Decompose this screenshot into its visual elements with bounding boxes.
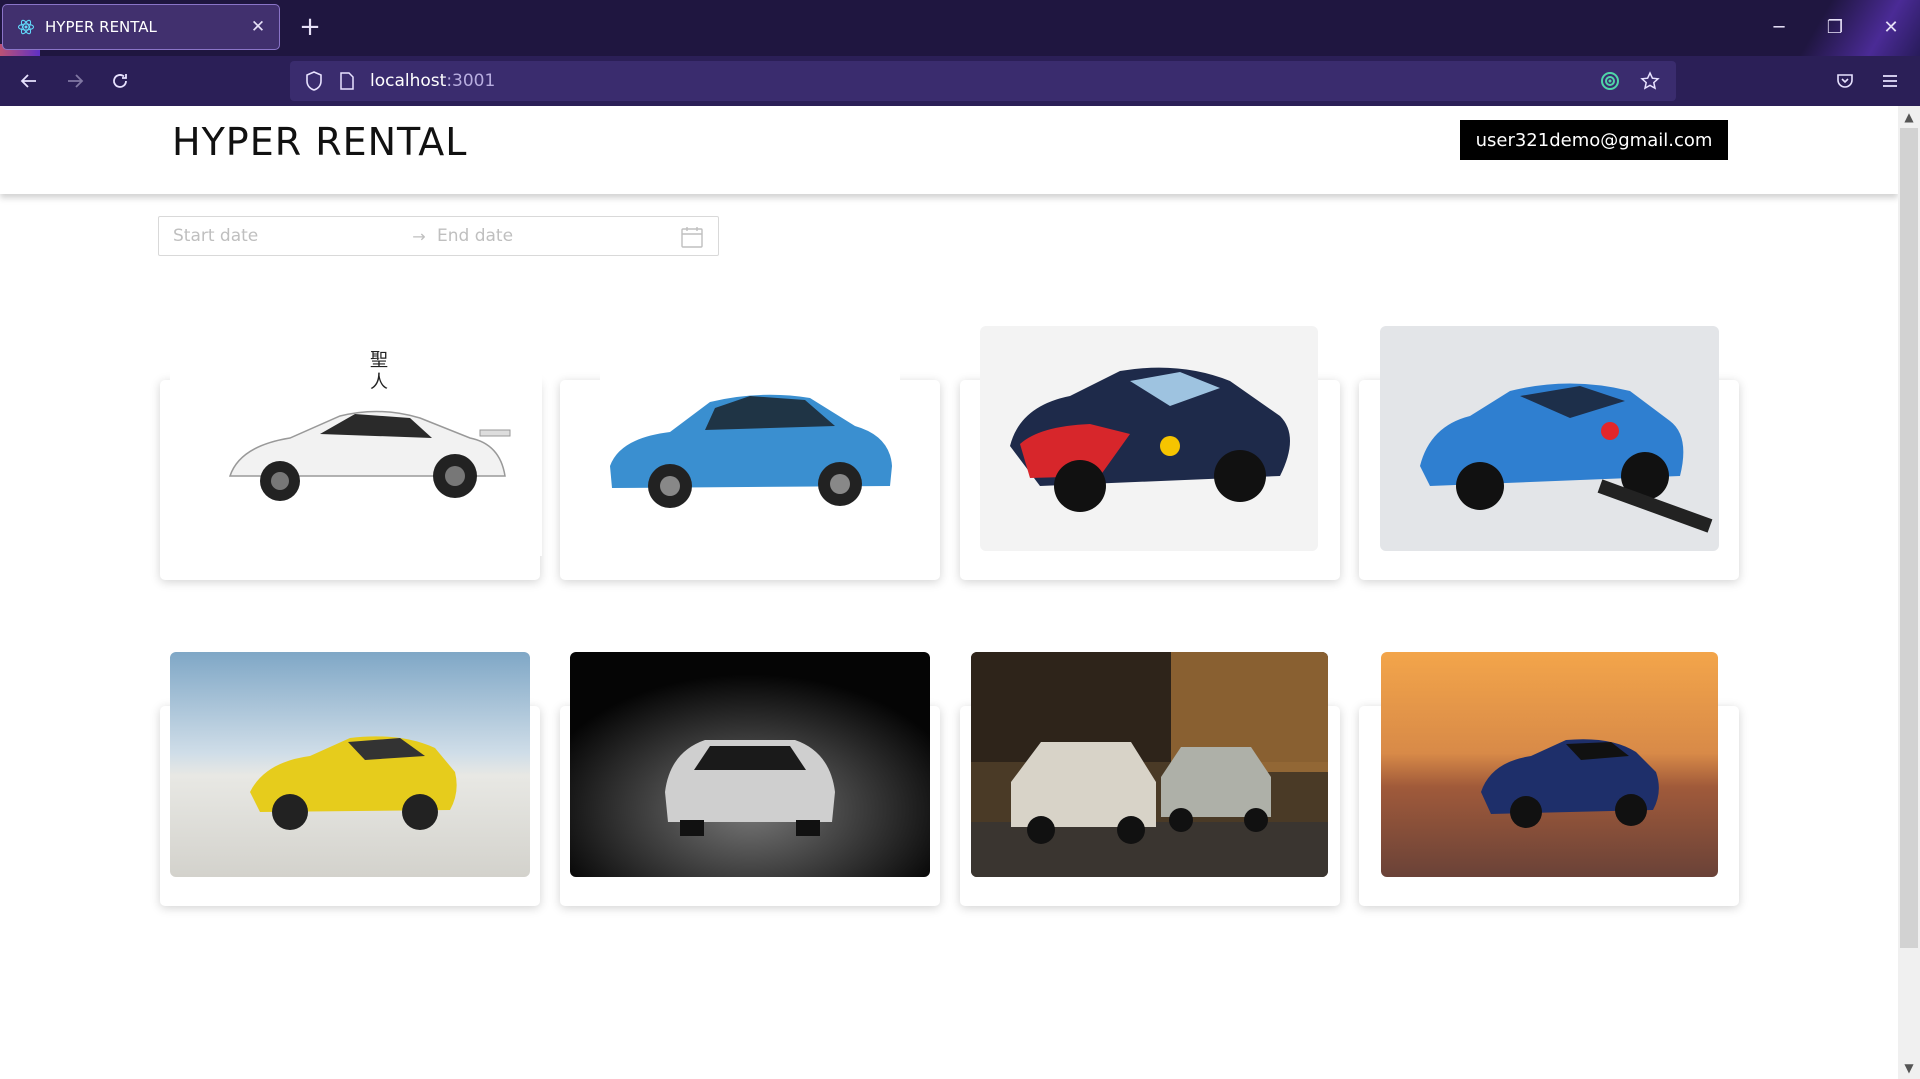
car-image-white-skyline[interactable]: 聖 人 bbox=[170, 326, 542, 556]
new-tab-plus-icon[interactable]: + bbox=[293, 10, 327, 44]
page-viewport: HYPER RENTAL user321demo@gmail.com → 聖 人 bbox=[0, 106, 1920, 1079]
window-restore-icon[interactable]: ❐ bbox=[1812, 8, 1858, 48]
url-port: :3001 bbox=[446, 71, 496, 91]
browser-nav-bar: localhost:3001 bbox=[0, 56, 1920, 106]
brand-title[interactable]: HYPER RENTAL bbox=[172, 120, 467, 164]
scroll-up-arrow-icon[interactable]: ▲ bbox=[1898, 106, 1920, 128]
reload-icon[interactable] bbox=[103, 64, 137, 98]
car-image-vw-polo-wrc[interactable] bbox=[1380, 326, 1719, 551]
tracking-shield-icon[interactable] bbox=[298, 65, 330, 97]
car-image-tesla-dark[interactable] bbox=[570, 652, 930, 877]
scroll-down-arrow-icon[interactable]: ▼ bbox=[1898, 1057, 1920, 1079]
tab-close-icon[interactable]: ✕ bbox=[243, 17, 273, 37]
scrollbar-thumb[interactable] bbox=[1900, 128, 1918, 948]
car-image-dodge-challenger[interactable] bbox=[1381, 652, 1718, 877]
hamburger-menu-icon[interactable] bbox=[1873, 64, 1907, 98]
tab-title: HYPER RENTAL bbox=[45, 18, 157, 36]
date-range-picker[interactable]: → bbox=[158, 216, 719, 256]
car-image-vintage-sedans[interactable] bbox=[971, 652, 1328, 877]
page-scrollbar[interactable]: ▲ ▼ bbox=[1898, 106, 1920, 1079]
bookmark-star-icon[interactable] bbox=[1634, 65, 1666, 97]
car-image-hyundai-rally[interactable] bbox=[980, 326, 1318, 551]
page-info-icon[interactable] bbox=[334, 65, 360, 97]
extension-icon[interactable] bbox=[1594, 65, 1626, 97]
address-bar[interactable]: localhost:3001 bbox=[290, 61, 1676, 101]
browser-tab-bar: HYPER RENTAL ✕ + ─ ❐ ✕ bbox=[0, 0, 1920, 56]
user-email-button[interactable]: user321demo@gmail.com bbox=[1460, 120, 1728, 160]
pocket-icon[interactable] bbox=[1828, 64, 1862, 98]
back-arrow-icon[interactable] bbox=[12, 64, 46, 98]
app-header: HYPER RENTAL user321demo@gmail.com bbox=[0, 106, 1898, 194]
url-text: localhost:3001 bbox=[370, 71, 495, 91]
window-close-icon[interactable]: ✕ bbox=[1868, 8, 1914, 48]
browser-tab-active[interactable]: HYPER RENTAL ✕ bbox=[2, 4, 280, 50]
window-minimize-icon[interactable]: ─ bbox=[1756, 8, 1802, 48]
forward-arrow-icon[interactable] bbox=[58, 64, 92, 98]
decal-glyph-bottom: 人 bbox=[370, 372, 388, 393]
start-date-input[interactable] bbox=[173, 226, 401, 246]
car-image-yellow-amg[interactable] bbox=[170, 652, 530, 877]
car-image-blue-civic[interactable] bbox=[600, 346, 900, 546]
calendar-icon[interactable] bbox=[680, 225, 704, 249]
url-host: localhost bbox=[370, 71, 447, 91]
react-icon bbox=[17, 18, 35, 36]
date-range-separator-icon: → bbox=[412, 226, 426, 246]
end-date-input[interactable] bbox=[437, 226, 647, 246]
decal-glyph-top: 聖 bbox=[370, 350, 388, 371]
